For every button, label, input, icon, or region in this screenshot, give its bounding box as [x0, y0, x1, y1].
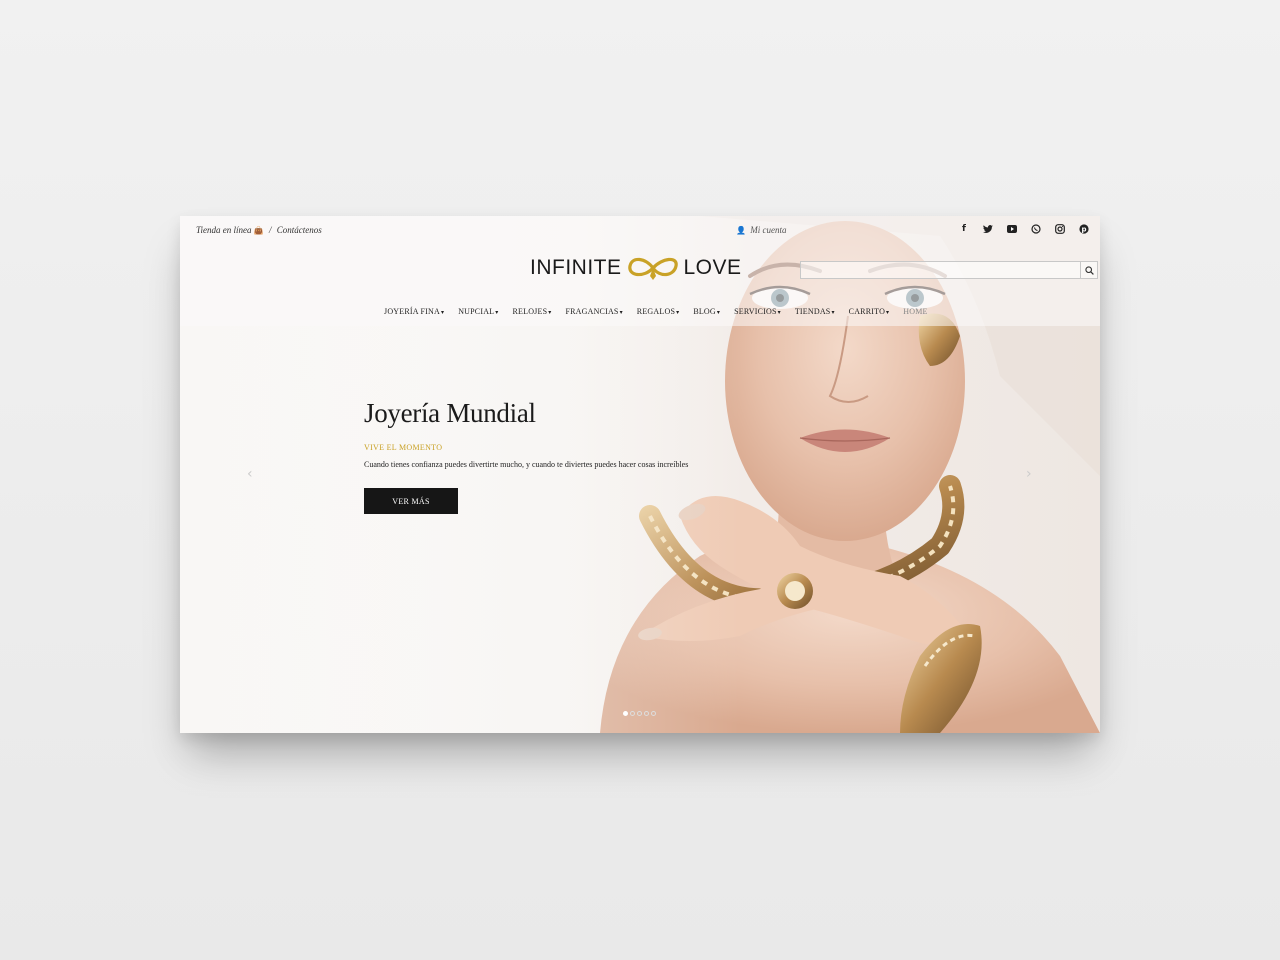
- nav-label: HOME: [903, 307, 928, 316]
- hero-subtitle: VIVE EL MOMENTO: [364, 443, 443, 452]
- browser-page: Tienda en línea 👜 / Contáctenos 👤 Mi cue…: [180, 216, 1100, 733]
- nav-label: CARRITO: [848, 307, 886, 316]
- nav-label: REGALOS: [636, 307, 676, 316]
- contact-link[interactable]: Contáctenos: [277, 225, 322, 235]
- shopping-bag-icon: 👜: [253, 226, 264, 235]
- caret-down-icon: ▾: [440, 310, 445, 316]
- ver-mas-button[interactable]: VER MÁS: [364, 488, 458, 514]
- nav-item-tiendas[interactable]: TIENDAS▾: [795, 307, 835, 316]
- account-label: Mi cuenta: [750, 225, 787, 235]
- logo-text-infinite: INFINITE: [530, 256, 622, 279]
- social-icons: f p: [956, 222, 1092, 236]
- caret-down-icon: ▾: [886, 310, 890, 316]
- caret-down-icon: ▾: [495, 310, 499, 316]
- nav-item-home[interactable]: HOME: [903, 307, 927, 316]
- facebook-icon[interactable]: f: [956, 222, 972, 236]
- nav-item-servicios[interactable]: SERVICIOS▾: [734, 307, 781, 316]
- carousel-dot[interactable]: [651, 711, 656, 716]
- whatsapp-icon[interactable]: [1028, 222, 1044, 236]
- carousel-indicators: [623, 711, 656, 716]
- logo-text-love: LOVE: [683, 256, 742, 279]
- nav-label: BLOG: [693, 307, 716, 316]
- main-nav: JOYERÍA FINA▾ NUPCIAL▾ RELOJES▾ FRAGANCI…: [384, 307, 928, 316]
- youtube-icon[interactable]: [1004, 222, 1020, 236]
- nav-label: TIENDAS: [794, 307, 831, 316]
- search-bar: [800, 261, 1098, 279]
- hero-title: Joyería Mundial: [364, 398, 536, 428]
- caret-down-icon: ▾: [548, 310, 552, 316]
- nav-item-blog[interactable]: BLOG▾: [693, 307, 720, 316]
- svg-text:p: p: [1081, 226, 1086, 234]
- nav-item-regalos[interactable]: REGALOS▾: [637, 307, 680, 316]
- carousel-dot[interactable]: [630, 711, 635, 716]
- hero-description: Cuando tienes confianza puedes divertirt…: [364, 460, 689, 469]
- hero-model-image: [180, 216, 1100, 733]
- topbar-separator: /: [268, 225, 272, 235]
- user-icon: 👤: [736, 226, 746, 235]
- twitter-icon[interactable]: [980, 222, 996, 236]
- nav-item-nupcial[interactable]: NUPCIAL▾: [458, 307, 498, 316]
- nav-item-relojes[interactable]: RELOJES▾: [512, 307, 551, 316]
- pinterest-icon[interactable]: p: [1076, 222, 1092, 236]
- online-store-link[interactable]: Tienda en línea: [196, 225, 252, 235]
- nav-item-fragancias[interactable]: FRAGANCIAS▾: [565, 307, 622, 316]
- caret-down-icon: ▾: [619, 310, 623, 316]
- nav-label: FRAGANCIAS: [565, 307, 619, 316]
- caret-down-icon: ▾: [716, 310, 721, 316]
- infinity-heart-icon: [627, 257, 678, 280]
- nav-label: JOYERÍA FINA: [384, 307, 440, 316]
- search-icon: [1084, 265, 1094, 275]
- account-link[interactable]: 👤 Mi cuenta: [736, 225, 786, 235]
- search-input[interactable]: [801, 262, 1080, 278]
- brand-logo[interactable]: INFINITE LOVE: [530, 254, 742, 282]
- nav-label: SERVICIOS: [734, 307, 777, 316]
- topbar-links: Tienda en línea 👜 / Contáctenos: [196, 225, 322, 235]
- caret-down-icon: ▾: [676, 310, 680, 316]
- carousel-dot[interactable]: [637, 711, 642, 716]
- caret-down-icon: ▾: [831, 310, 835, 316]
- carousel-prev-icon[interactable]: ‹: [247, 466, 253, 482]
- carousel-dot[interactable]: [623, 711, 628, 716]
- nav-item-carrito[interactable]: CARRITO▾: [849, 307, 890, 316]
- search-button[interactable]: [1080, 262, 1097, 278]
- instagram-icon[interactable]: [1052, 222, 1068, 236]
- nav-label: RELOJES: [512, 307, 548, 316]
- nav-item-joyeria-fina[interactable]: JOYERÍA FINA▾: [384, 307, 444, 316]
- caret-down-icon: ▾: [777, 310, 781, 316]
- carousel-next-icon[interactable]: ›: [1026, 466, 1032, 482]
- carousel-dot[interactable]: [644, 711, 649, 716]
- nav-label: NUPCIAL: [458, 307, 495, 316]
